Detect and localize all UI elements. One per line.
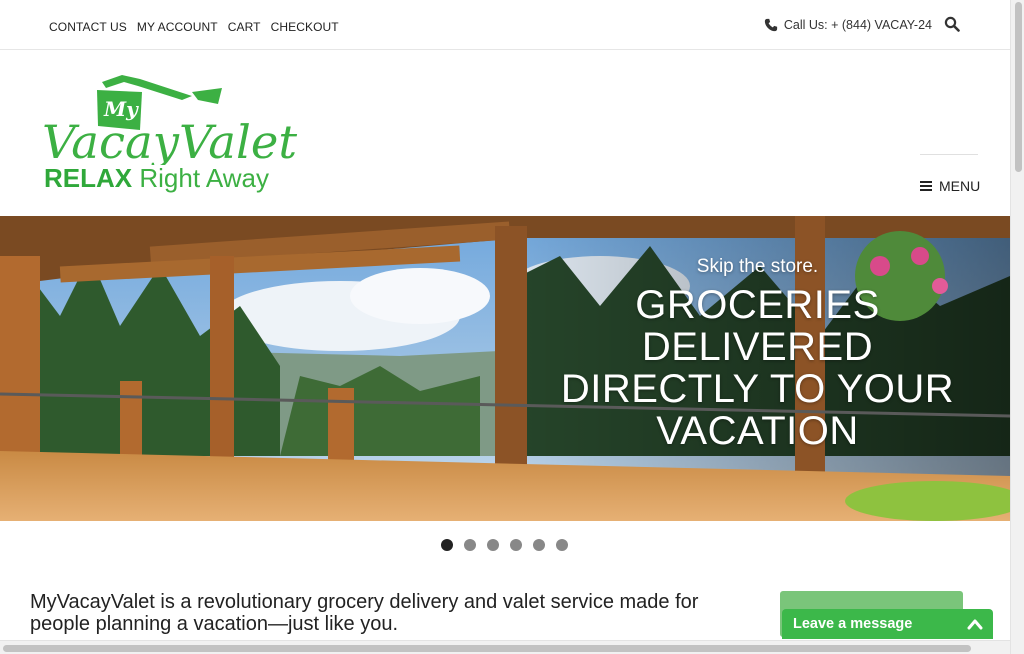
top-nav-cart[interactable]: CART bbox=[228, 20, 261, 34]
slider-pagination bbox=[441, 539, 568, 551]
top-nav: CONTACT US MY ACCOUNT CART CHECKOUT bbox=[49, 20, 339, 34]
hero-headline-line: DIRECTLY TO YOUR bbox=[560, 367, 955, 411]
menu-button[interactable]: MENU bbox=[920, 178, 980, 194]
tagline-rest: Right Away bbox=[139, 163, 269, 193]
hamburger-icon bbox=[920, 181, 932, 191]
hero-caption: Skip the store. GROCERIES DELIVERED DIRE… bbox=[505, 256, 1010, 452]
site-header: My VacayValet RELAX Right Away MENU bbox=[0, 50, 1010, 216]
hero-headline-line: GROCERIES bbox=[635, 283, 880, 327]
top-nav-contact-us[interactable]: CONTACT US bbox=[49, 20, 127, 34]
hero-slider: Skip the store. GROCERIES DELIVERED DIRE… bbox=[0, 216, 1010, 521]
chevron-up-icon[interactable] bbox=[967, 617, 983, 631]
chat-widget[interactable]: Leave a message bbox=[782, 609, 993, 639]
top-nav-checkout[interactable]: CHECKOUT bbox=[271, 20, 339, 34]
call-us-text: Call Us: + (844) VACAY-24 bbox=[783, 18, 932, 32]
slider-dot-1[interactable] bbox=[441, 539, 453, 551]
slider-dot-4[interactable] bbox=[510, 539, 522, 551]
slider-dot-3[interactable] bbox=[487, 539, 499, 551]
menu-divider bbox=[920, 154, 978, 155]
horizontal-scroll-thumb[interactable] bbox=[3, 645, 971, 652]
hero-headline-line: DELIVERED bbox=[641, 325, 874, 369]
top-nav-my-account[interactable]: MY ACCOUNT bbox=[137, 20, 218, 34]
logo-tagline: RELAX Right Away bbox=[44, 163, 269, 194]
top-bar: CONTACT US MY ACCOUNT CART CHECKOUT Call… bbox=[0, 0, 1010, 50]
hero-headline-line: VACATION bbox=[656, 409, 859, 453]
slider-dot-5[interactable] bbox=[533, 539, 545, 551]
horizontal-scrollbar[interactable] bbox=[0, 640, 1010, 654]
search-icon[interactable] bbox=[944, 16, 960, 32]
intro-text: MyVacayValet is a revolutionary grocery … bbox=[30, 591, 699, 635]
logo-mark: My VacayValet bbox=[42, 75, 298, 169]
hero-kicker: Skip the store. bbox=[696, 256, 819, 277]
hero-headline: GROCERIES DELIVERED DIRECTLY TO YOUR VAC… bbox=[505, 284, 1010, 452]
call-us[interactable]: Call Us: + (844) VACAY-24 bbox=[764, 18, 932, 32]
vertical-scroll-thumb[interactable] bbox=[1015, 2, 1022, 172]
phone-icon bbox=[764, 18, 778, 32]
tagline-bold: RELAX bbox=[44, 163, 133, 193]
vertical-scrollbar[interactable] bbox=[1010, 0, 1024, 654]
logo-name: VacayValet bbox=[42, 115, 298, 165]
chat-label: Leave a message bbox=[793, 616, 913, 632]
slider-dot-6[interactable] bbox=[556, 539, 568, 551]
slider-dot-2[interactable] bbox=[464, 539, 476, 551]
menu-label: MENU bbox=[939, 178, 981, 194]
